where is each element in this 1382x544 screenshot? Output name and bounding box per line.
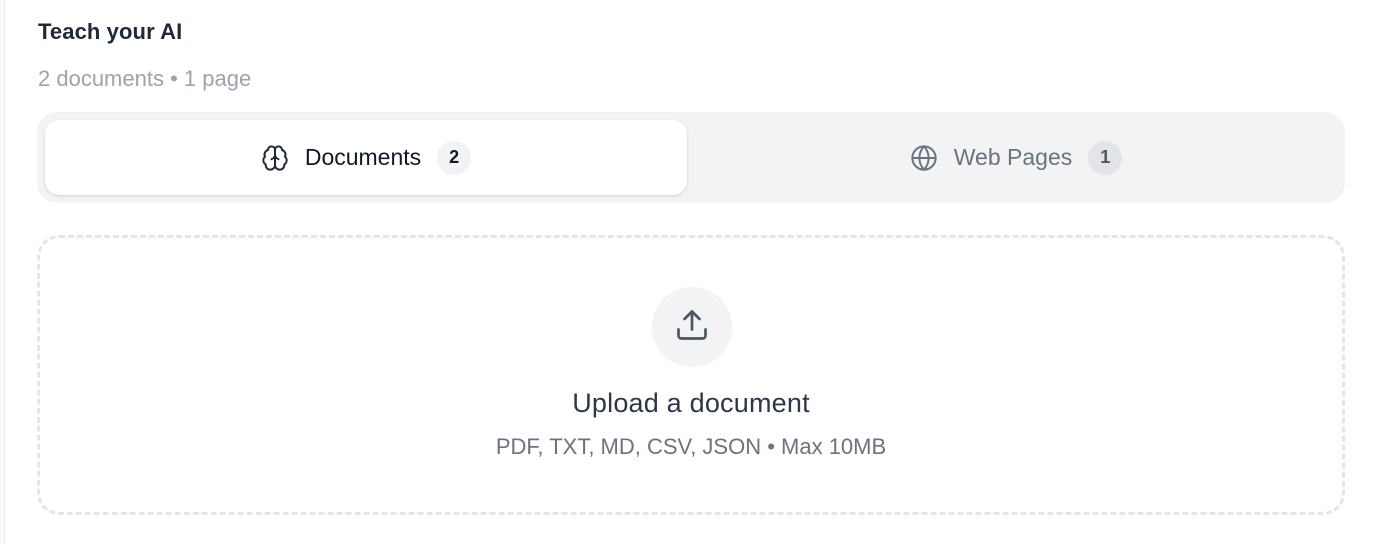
tab-documents-label: Documents xyxy=(304,144,422,170)
brain-icon xyxy=(261,144,289,172)
tab-web-pages[interactable]: Web Pages 1 xyxy=(695,120,1337,195)
tab-documents-count: 2 xyxy=(437,140,472,175)
tab-web-pages-label: Web Pages xyxy=(953,144,1073,170)
knowledge-card: Teach your AI 2 documents • 1 page Docum… xyxy=(4,0,1382,544)
upload-icon-container xyxy=(652,287,732,367)
tab-web-pages-count: 1 xyxy=(1088,140,1123,175)
upload-hint: PDF, TXT, MD, CSV, JSON • Max 10MB xyxy=(495,434,887,459)
source-tabs: Documents 2 Web Pages 1 xyxy=(37,112,1345,203)
section-title: Teach your AI xyxy=(38,19,183,44)
upload-dropzone[interactable]: Upload a document PDF, TXT, MD, CSV, JSO… xyxy=(37,235,1345,515)
section-subtitle: 2 documents • 1 page xyxy=(38,66,252,91)
globe-icon xyxy=(910,144,938,172)
tab-documents[interactable]: Documents 2 xyxy=(45,120,687,195)
upload-icon xyxy=(674,307,710,348)
upload-title: Upload a document xyxy=(572,388,810,418)
